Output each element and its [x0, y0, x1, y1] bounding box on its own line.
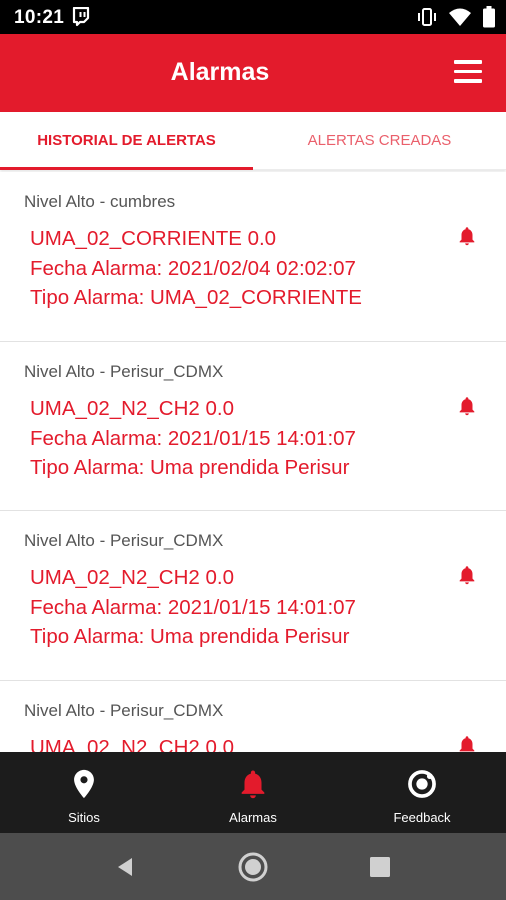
alert-site: Nivel Alto - Perisur_CDMX — [24, 531, 224, 550]
status-time: 10:21 — [14, 7, 65, 28]
alert-name: UMA_02_N2_CH2 0.0 — [30, 735, 234, 753]
app-bar: Alarmas — [0, 34, 506, 112]
status-bar: 10:21 — [0, 0, 506, 34]
alert-type: Tipo Alarma: UMA_02_CORRIENTE — [30, 286, 362, 309]
system-status-icons — [416, 6, 496, 28]
tab-bar: HISTORIAL DE ALERTAS ALERTAS CREADAS — [0, 112, 506, 170]
alert-name: UMA_02_CORRIENTE 0.0 — [30, 227, 277, 250]
feedback-icon — [408, 770, 436, 798]
alert-date: Fecha Alarma: 2021/01/15 14:01:07 — [30, 426, 356, 450]
alert-date: Fecha Alarma: 2021/01/15 14:01:07 — [30, 596, 356, 619]
alert-site: Nivel Alto - Perisur_CDMX — [24, 361, 224, 381]
battery-icon — [483, 6, 495, 28]
page-title: Alarmas — [170, 58, 270, 86]
list-item[interactable]: Nivel Alto - Perisur_CDMX UMA_02_N2_CH2 … — [0, 511, 506, 681]
bell-icon[interactable] — [456, 733, 478, 753]
bell-icon[interactable] — [456, 224, 478, 248]
home-icon[interactable] — [236, 850, 270, 884]
nav-item-feedback[interactable]: Feedback — [338, 752, 506, 833]
system-navigation-bar — [0, 833, 506, 900]
alerts-list[interactable]: Nivel Alto - cumbres UMA_02_CORRIENTE 0.… — [0, 172, 506, 752]
nav-item-alarmas[interactable]: Alarmas — [169, 752, 337, 833]
bell-icon — [241, 770, 265, 799]
list-item[interactable]: Nivel Alto - Perisur_CDMX UMA_02_N2_CH2 … — [0, 342, 506, 511]
back-icon[interactable] — [108, 850, 142, 884]
alert-type: Tipo Alarma: Uma prendida Perisur — [30, 455, 350, 479]
location-pin-icon — [74, 769, 94, 799]
hamburger-menu-icon[interactable] — [454, 60, 482, 84]
alert-name: UMA_02_N2_CH2 0.0 — [30, 566, 234, 589]
nav-label-sitios: Sitios — [68, 810, 100, 825]
alert-name: UMA_02_N2_CH2 0.0 — [30, 396, 234, 420]
bottom-navigation: Sitios Alarmas Feedback — [0, 752, 506, 833]
list-item[interactable]: Nivel Alto - cumbres UMA_02_CORRIENTE 0.… — [0, 172, 506, 342]
wifi-icon — [449, 8, 471, 26]
recents-icon[interactable] — [363, 850, 397, 884]
nav-label-feedback: Feedback — [393, 810, 451, 825]
bell-icon[interactable] — [456, 394, 478, 418]
vibrate-icon — [418, 8, 436, 26]
alert-date: Fecha Alarma: 2021/02/04 02:02:07 — [30, 257, 356, 280]
alert-site: Nivel Alto - cumbres — [24, 192, 176, 211]
active-tab-indicator — [0, 167, 253, 170]
tab-alertas-creadas[interactable]: ALERTAS CREADAS — [253, 112, 506, 170]
alert-site: Nivel Alto - Perisur_CDMX — [24, 700, 224, 720]
nav-label-alarmas: Alarmas — [229, 810, 277, 825]
list-item[interactable]: Nivel Alto - Perisur_CDMX UMA_02_N2_CH2 … — [0, 681, 506, 753]
bell-icon[interactable] — [456, 563, 478, 587]
alert-type: Tipo Alarma: Uma prendida Perisur — [30, 625, 350, 648]
tab-historial-de-alertas[interactable]: HISTORIAL DE ALERTAS — [0, 112, 253, 170]
nav-item-sitios[interactable]: Sitios — [0, 752, 168, 833]
twitch-icon — [72, 7, 90, 27]
